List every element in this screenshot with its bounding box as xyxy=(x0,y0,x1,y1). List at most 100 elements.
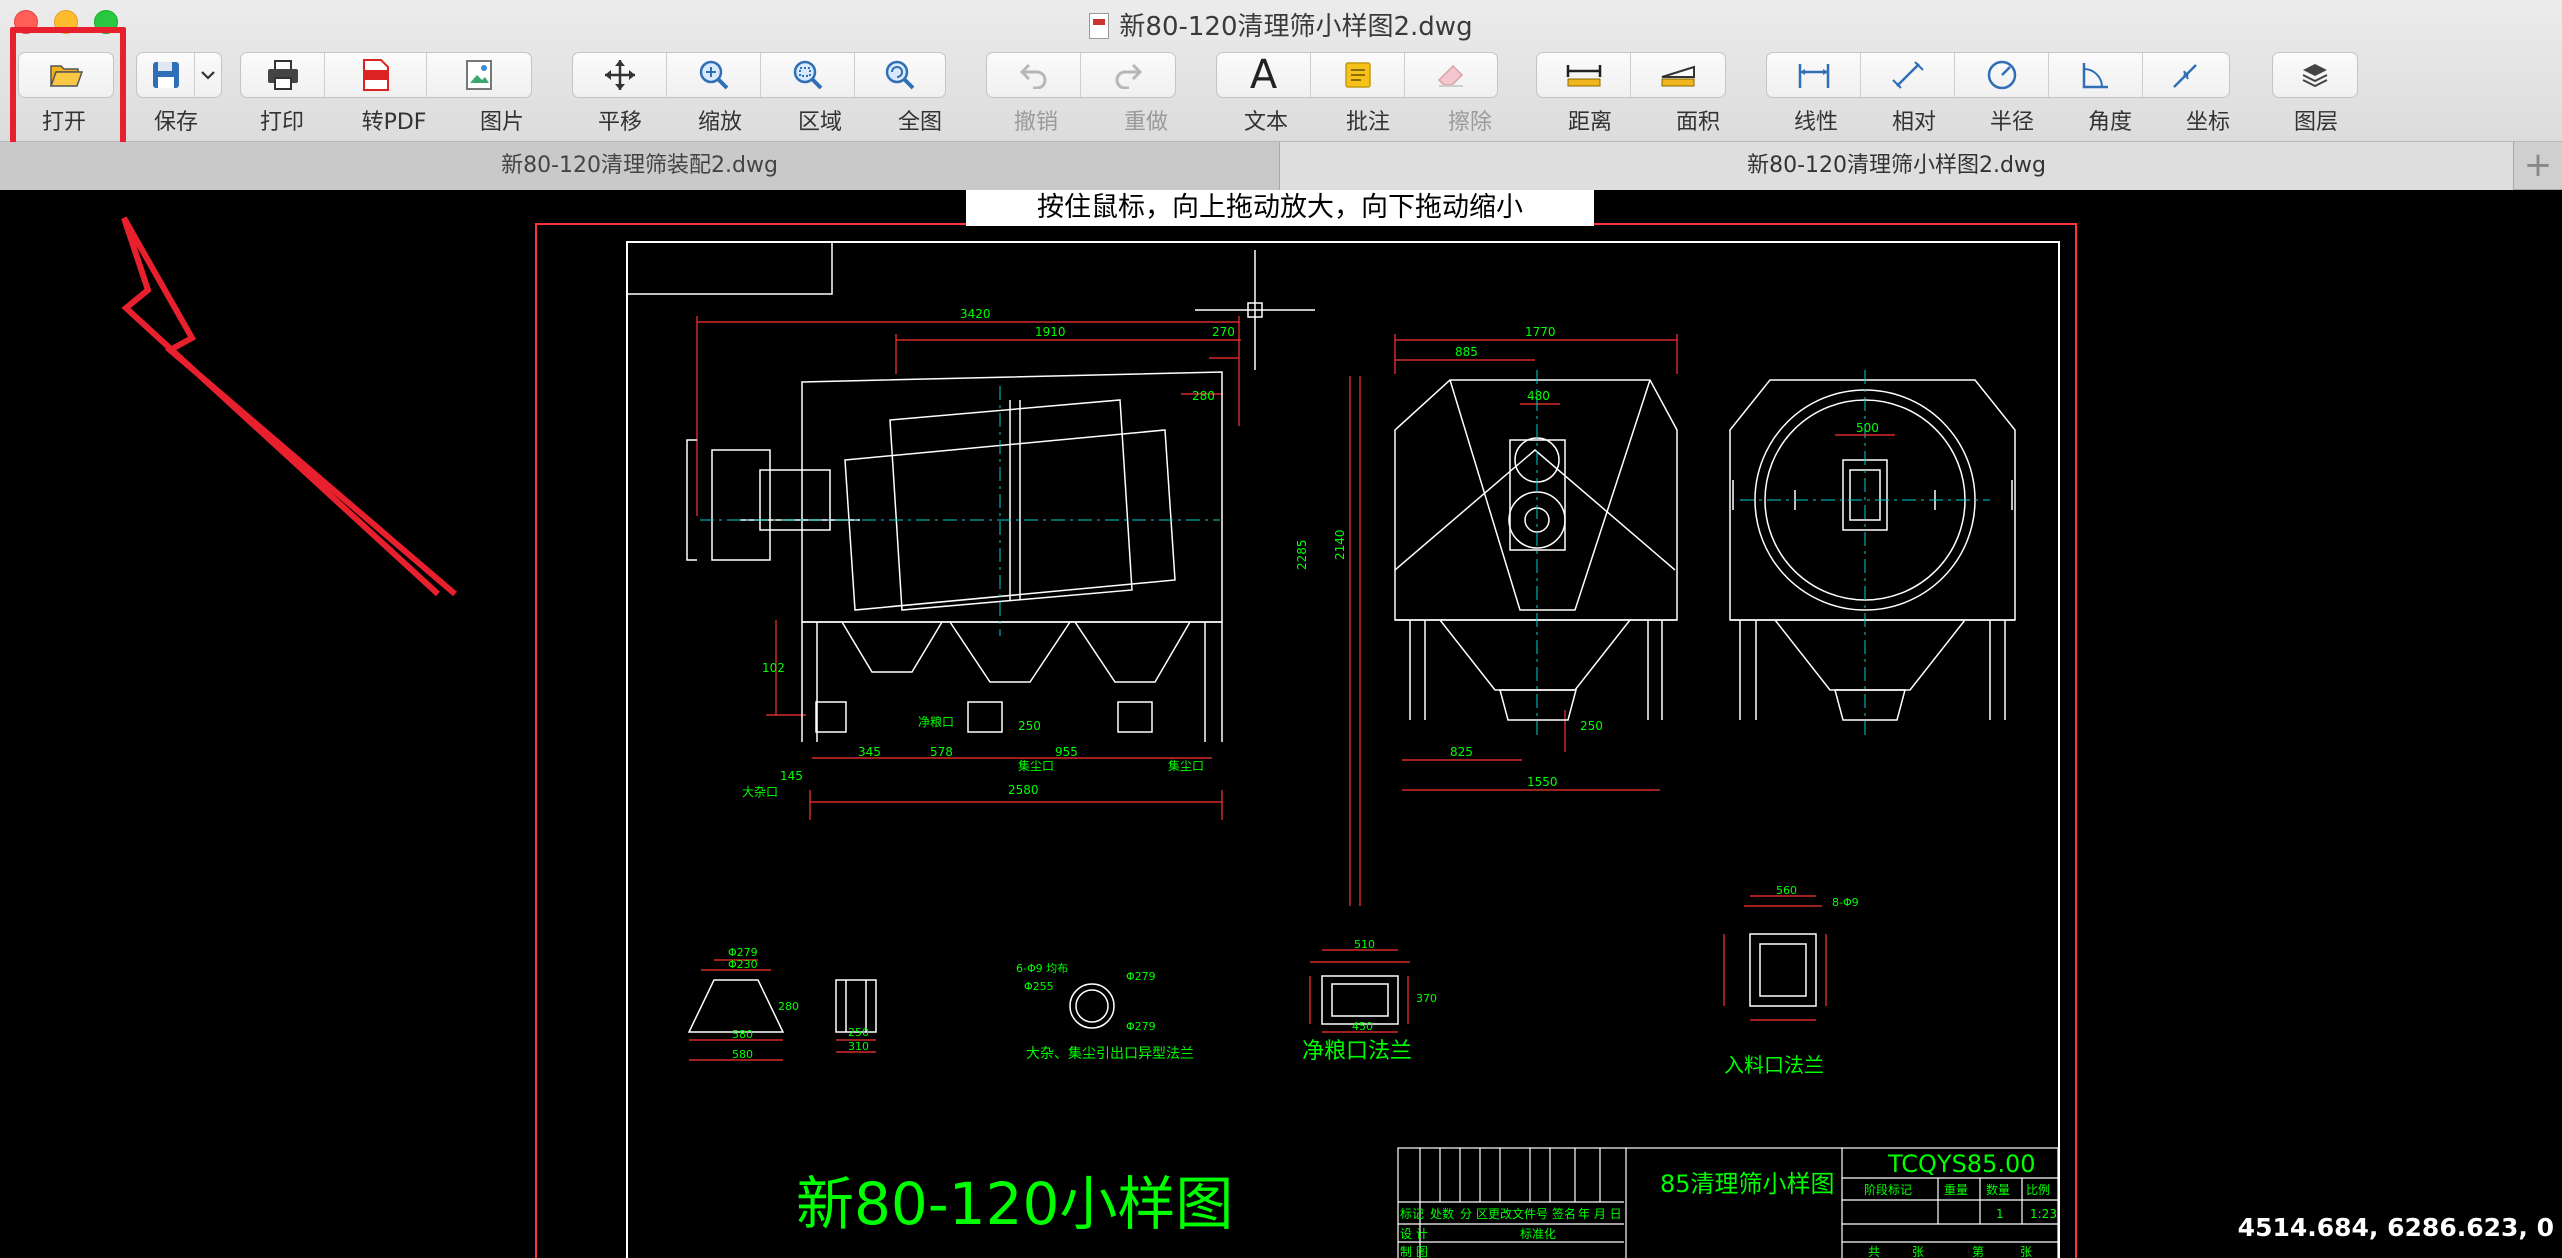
annotation-arrow xyxy=(121,216,457,597)
label-dust-port: 集尘口 xyxy=(1018,758,1054,773)
save-button[interactable] xyxy=(137,53,195,97)
angle-label: 角度 xyxy=(2087,110,2132,135)
text-button[interactable]: A xyxy=(1217,52,1311,98)
tb-h5: 签名 xyxy=(1552,1206,1576,1221)
undo-arrow-icon xyxy=(1019,63,1046,89)
zoom-button[interactable] xyxy=(667,53,761,97)
toolbar-group-measure xyxy=(1536,52,1726,98)
dim-1910: 1910 xyxy=(1035,325,1066,339)
printer-icon xyxy=(267,60,298,90)
print-button[interactable] xyxy=(241,53,325,97)
label-clean-flange: 净粮口法兰 xyxy=(1302,1039,1412,1064)
tb-stage: 阶段标记 xyxy=(1864,1182,1912,1197)
tb-h1: 标记 xyxy=(1400,1207,1424,1221)
erase-button[interactable] xyxy=(1405,53,1497,97)
sticky-note-icon xyxy=(1344,62,1371,88)
toolbar-group-output xyxy=(240,52,532,98)
s-8d9: 8-Φ9 xyxy=(1832,896,1859,909)
eraser-icon xyxy=(1437,64,1464,87)
relative-dim-button[interactable] xyxy=(1861,53,1955,97)
erase-label: 擦除 xyxy=(1447,110,1492,135)
region-zoom-button[interactable] xyxy=(761,53,855,97)
crosshair-cursor xyxy=(1195,250,1315,370)
tb-qty-v: 1 xyxy=(1996,1207,2004,1221)
dim-1550: 1550 xyxy=(1527,775,1558,789)
tb-std: 标准化 xyxy=(1520,1227,1556,1241)
label-dust-port-2: 集尘口 xyxy=(1168,758,1204,773)
toolbar-group-save xyxy=(136,52,222,98)
s-310: 310 xyxy=(848,1040,869,1053)
label-clean-port: 净粮口 xyxy=(918,714,954,729)
tb-sheet2: 张 xyxy=(2020,1245,2032,1258)
label-big-port: 大杂口 xyxy=(742,785,778,799)
annotate-button[interactable] xyxy=(1311,53,1405,97)
chevron-down-icon xyxy=(201,71,215,80)
tb-scale-v: 1:23 xyxy=(2030,1207,2057,1221)
coordinate-button[interactable] xyxy=(2143,53,2229,97)
tb-design: 设 计 xyxy=(1400,1227,1428,1241)
image-button[interactable] xyxy=(427,53,531,97)
tab-sample-drawing[interactable]: 新80-120清理筛小样图2.dwg xyxy=(1280,142,2514,190)
pdf-file-icon xyxy=(362,59,389,91)
aligned-dimension-icon xyxy=(1891,61,1924,89)
linear-dim-button[interactable] xyxy=(1767,53,1861,97)
angle-button[interactable] xyxy=(2049,53,2143,97)
region-zoom-icon xyxy=(793,60,822,90)
s-580a: 580 xyxy=(732,1028,753,1041)
dim-250b: 250 xyxy=(1018,719,1041,733)
cursor-coordinates: 4514.684, 6286.623, 0 xyxy=(2237,1213,2554,1242)
s-d255: Φ255 xyxy=(1024,980,1054,993)
dim-578: 578 xyxy=(930,745,953,759)
toolbar-group-layers xyxy=(2272,52,2358,98)
radius-circle-icon xyxy=(1987,60,2016,90)
tb-h4: 更改文件号 xyxy=(1488,1206,1548,1221)
drawing-canvas[interactable]: 3420 1910 270 280 345 578 955 2580 102 1… xyxy=(0,190,2562,1258)
dim-102: 102 xyxy=(762,661,785,675)
s-d279b: Φ279 xyxy=(1126,970,1156,983)
dim-955: 955 xyxy=(1055,745,1078,759)
front-view xyxy=(686,316,1241,820)
dim-345: 345 xyxy=(858,745,881,759)
toolbar-group-history xyxy=(986,52,1176,98)
annotate-label: 批注 xyxy=(1345,110,1390,135)
tb-h3: 分 区 xyxy=(1460,1207,1488,1221)
linear-dimension-icon xyxy=(1798,64,1829,88)
area-button[interactable] xyxy=(1631,53,1725,97)
coordinate-label: 坐标 xyxy=(2185,110,2230,135)
redo-button[interactable] xyxy=(1081,53,1175,97)
save-options-button[interactable] xyxy=(195,53,221,97)
label-inlet-flange: 入料口法兰 xyxy=(1724,1053,1824,1077)
full-view-button[interactable] xyxy=(855,53,945,97)
distance-button[interactable] xyxy=(1537,53,1631,97)
to-pdf-label: 转PDF xyxy=(361,110,427,135)
add-tab-button[interactable]: + xyxy=(2514,142,2562,190)
dim-825: 825 xyxy=(1450,745,1473,759)
pan-button[interactable] xyxy=(573,53,667,97)
to-pdf-button[interactable] xyxy=(325,53,427,97)
dim-250: 250 xyxy=(1580,719,1603,733)
layers-button[interactable] xyxy=(2273,53,2357,97)
zoom-hint-banner: 按住鼠标，向上拖动放大，向下拖动缩小 xyxy=(966,190,1594,226)
drawing-big-title: 新80-120小样图 xyxy=(796,1170,1233,1238)
redo-arrow-icon xyxy=(1115,63,1143,89)
s-d279c: Φ279 xyxy=(1126,1020,1156,1033)
area-label: 面积 xyxy=(1675,110,1720,135)
tab-assembly-drawing[interactable]: 新80-120清理筛装配2.dwg xyxy=(0,142,1280,190)
radius-button[interactable] xyxy=(1955,53,2049,97)
title-block-name: 85清理筛小样图 xyxy=(1660,1170,1835,1198)
distance-label: 距离 xyxy=(1567,110,1612,135)
linear-label: 线性 xyxy=(1793,110,1838,135)
image-label: 图片 xyxy=(479,110,524,135)
s-580b: 580 xyxy=(732,1048,753,1061)
toolbar-group-view xyxy=(572,52,946,98)
titlebar-toolbar: 新80-120清理筛小样图2.dwg 打开 保存 打印 转PDF 图片 平移 缩… xyxy=(0,0,2562,160)
side-view xyxy=(1349,334,1678,906)
zoom-magnifier-icon xyxy=(699,60,728,90)
dim-3420: 3420 xyxy=(960,307,991,321)
undo-button[interactable] xyxy=(987,53,1081,97)
ruler-distance-icon xyxy=(1566,65,1601,87)
relative-label: 相对 xyxy=(1891,110,1936,135)
drawing-frame xyxy=(626,241,2060,1258)
corner-box xyxy=(626,241,833,295)
s-250: 250 xyxy=(848,1026,869,1039)
